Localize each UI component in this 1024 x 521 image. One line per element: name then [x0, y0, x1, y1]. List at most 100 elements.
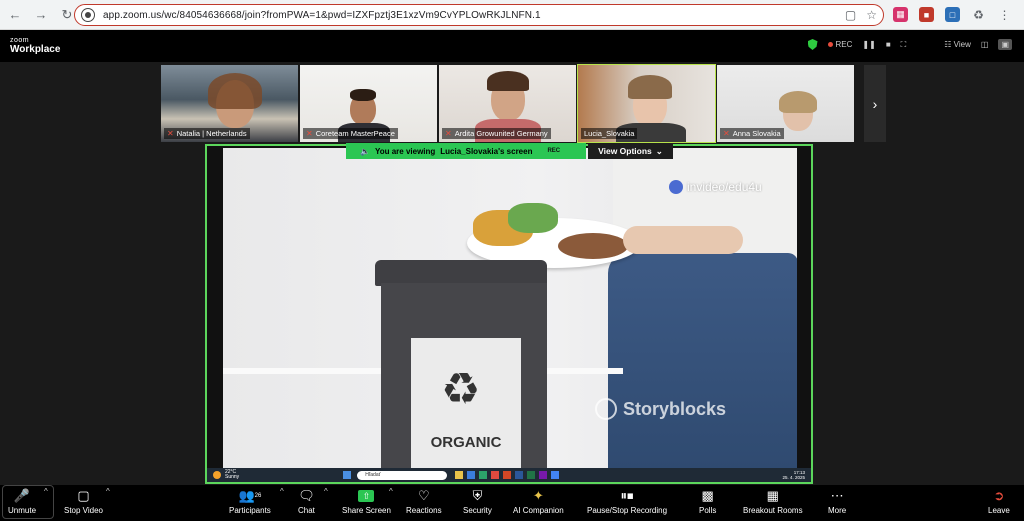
bin-label-panel: ♻ ORGANIC	[411, 338, 521, 470]
audio-options-caret[interactable]: ^	[44, 487, 48, 496]
extension-icon[interactable]: ■	[919, 7, 934, 22]
speaker-icon: 🔈	[360, 146, 370, 156]
mic-muted-icon: ✕	[723, 129, 730, 138]
next-participants-chevron-icon[interactable]: ›	[864, 65, 886, 142]
more-icon: ⋯	[830, 488, 844, 503]
minimize-video-icon[interactable]: ▣	[998, 39, 1012, 50]
participant-strip: ✕ Natalia | Netherlands ✕ Coreteam MasterP…	[161, 64, 854, 143]
invideo-watermark: invideo/edu4u	[669, 180, 762, 194]
heart-icon: ♡	[417, 488, 430, 503]
zoom-logo: zoom Workplace	[10, 36, 61, 55]
forward-icon[interactable]: →	[30, 4, 52, 26]
back-icon[interactable]: ←	[4, 4, 26, 26]
fullscreen-icon[interactable]: ⛶	[901, 40, 907, 50]
pause-stop-icon: ⏸⏹	[620, 488, 634, 503]
breakout-rooms-button[interactable]: ▦ Breakout Rooms	[743, 488, 803, 515]
polls-button[interactable]: ▩ Polls	[699, 488, 716, 515]
share-screen-icon: ⇧	[358, 488, 375, 504]
taskbar-app-icon[interactable]	[455, 471, 464, 479]
taskbar-app-icon[interactable]	[479, 471, 488, 479]
participant-name-tag: ✕ Natalia | Netherlands	[164, 128, 250, 139]
participants-caret[interactable]: ^	[280, 487, 284, 496]
participant-tile[interactable]: ✕ Ardita Growunited Germany	[439, 65, 576, 142]
site-info-icon[interactable]	[81, 8, 95, 22]
install-app-icon[interactable]: ▢	[845, 8, 856, 22]
view-options-button[interactable]: View Options ⌄	[588, 143, 673, 159]
taskbar-app-icon[interactable]	[551, 471, 560, 479]
sparkle-icon: ✦	[532, 488, 544, 503]
bin-label: ORGANIC	[430, 434, 502, 451]
recycle-icon: ♻	[441, 365, 481, 414]
shield-icon: ⛨	[472, 488, 483, 503]
taskbar-app-icon[interactable]	[467, 471, 476, 479]
taskbar-app-icon[interactable]	[539, 471, 548, 479]
viewing-name: Lucia_Slovakia's screen	[440, 146, 533, 156]
security-button[interactable]: ⛨ Security	[463, 488, 492, 515]
taskbar-app-icon[interactable]	[515, 471, 524, 479]
weather-text: Sunny	[225, 474, 240, 480]
share-screen-button[interactable]: ⇧ Share Screen	[342, 488, 391, 515]
viewing-banner: 🔈 You are viewing Lucia_Slovakia's scree…	[346, 143, 586, 159]
taskbar-search[interactable]: Hľadať	[357, 470, 448, 480]
participant-tile[interactable]: ✕ Anna Slovakia	[717, 65, 854, 142]
mic-muted-icon: ✕	[306, 129, 313, 138]
shared-video: invideo/edu4u ♻ ORGANIC Storyblocks	[223, 148, 797, 470]
mic-muted-icon: ✕	[167, 129, 174, 138]
share-caret[interactable]: ^	[389, 487, 393, 496]
taskbar-app-icon[interactable]	[491, 471, 500, 479]
puzzle-icon[interactable]: ♻	[971, 7, 986, 22]
chat-button[interactable]: 🗨 Chat	[298, 488, 315, 515]
rec-tag: REC	[547, 148, 561, 154]
chat-icon: 🗨	[298, 488, 315, 503]
bookmark-star-icon[interactable]: ☆	[866, 8, 877, 22]
leave-icon: ➲	[993, 488, 1005, 503]
url-text: app.zoom.us/wc/84054636668/join?fromPWA=…	[103, 9, 541, 21]
pause-stop-recording-button[interactable]: ⏸⏹ Pause/Stop Recording	[587, 488, 667, 515]
logo-big: Workplace	[10, 44, 61, 55]
participant-name-tag: ✕ Coreteam MasterPeace	[303, 128, 398, 139]
taskbar-app-icon[interactable]	[503, 471, 512, 479]
taskbar-date: 25. 4. 2025	[782, 475, 805, 480]
stop-icon[interactable]: ■	[886, 40, 891, 49]
participants-button[interactable]: 👥 26 Participants	[229, 488, 271, 515]
leave-button[interactable]: ➲ Leave	[988, 488, 1010, 515]
participant-name-tag: ✕ Anna Slovakia	[720, 128, 784, 139]
breakout-rooms-icon: ▦	[766, 488, 779, 503]
taskbar-app-icon[interactable]	[527, 471, 536, 479]
view-menu[interactable]: ☷ View	[944, 40, 971, 49]
mic-muted-icon: 🎤	[13, 488, 31, 503]
encryption-shield-icon[interactable]	[807, 39, 818, 50]
unmute-button[interactable]: 🎤 Unmute	[8, 488, 36, 515]
address-bar[interactable]: app.zoom.us/wc/84054636668/join?fromPWA=…	[74, 4, 884, 26]
shared-screen[interactable]: invideo/edu4u ♻ ORGANIC Storyblocks 22°C…	[205, 144, 813, 484]
mic-muted-icon: ✕	[445, 129, 452, 138]
weather-icon	[213, 471, 221, 479]
chat-caret[interactable]: ^	[324, 487, 328, 496]
storyblocks-watermark: Storyblocks	[595, 398, 726, 420]
stop-video-button[interactable]: ▢ Stop Video	[64, 488, 103, 515]
chevron-down-icon: ⌄	[655, 145, 663, 156]
extension-icon[interactable]: □	[945, 7, 960, 22]
participant-tile-active-speaker[interactable]: Lucia_Slovakia	[577, 64, 716, 143]
meeting-controls: 🎤 Unmute ^ ▢ Stop Video ^ 👥 26 Participan…	[0, 485, 1024, 521]
windows-start-icon[interactable]	[343, 471, 352, 479]
pause-icon[interactable]: ❚❚	[862, 40, 875, 49]
participant-name-tag: Lucia_Slovakia	[581, 128, 638, 139]
menu-kebab-icon[interactable]: ⋮	[997, 7, 1012, 22]
ai-companion-button[interactable]: ✦ AI Companion	[513, 488, 564, 515]
participant-name-tag: ✕ Ardita Growunited Germany	[442, 128, 551, 139]
recording-indicator[interactable]: REC	[827, 40, 852, 49]
more-button[interactable]: ⋯ More	[828, 488, 846, 515]
participants-icon: 👥 26	[238, 488, 262, 503]
extension-icon[interactable]: ▦	[893, 7, 908, 22]
browser-toolbar: ← → ↻ app.zoom.us/wc/84054636668/join?fr…	[0, 0, 1024, 30]
polls-icon: ▩	[701, 488, 714, 503]
zoom-header: zoom Workplace REC ❚❚ ■ ⛶ ☷ View ◫ ▣	[0, 30, 1024, 62]
windows-taskbar: 22°C Sunny Hľadať 17:13 25. 4. 2025	[207, 468, 811, 482]
reactions-button[interactable]: ♡ Reactions	[406, 488, 442, 515]
participant-tile[interactable]: ✕ Natalia | Netherlands	[161, 65, 298, 142]
video-camera-icon: ▢	[77, 488, 90, 503]
participant-tile[interactable]: ✕ Coreteam MasterPeace	[300, 65, 437, 142]
video-options-caret[interactable]: ^	[106, 487, 110, 496]
gallery-icon[interactable]: ◫	[981, 40, 989, 49]
